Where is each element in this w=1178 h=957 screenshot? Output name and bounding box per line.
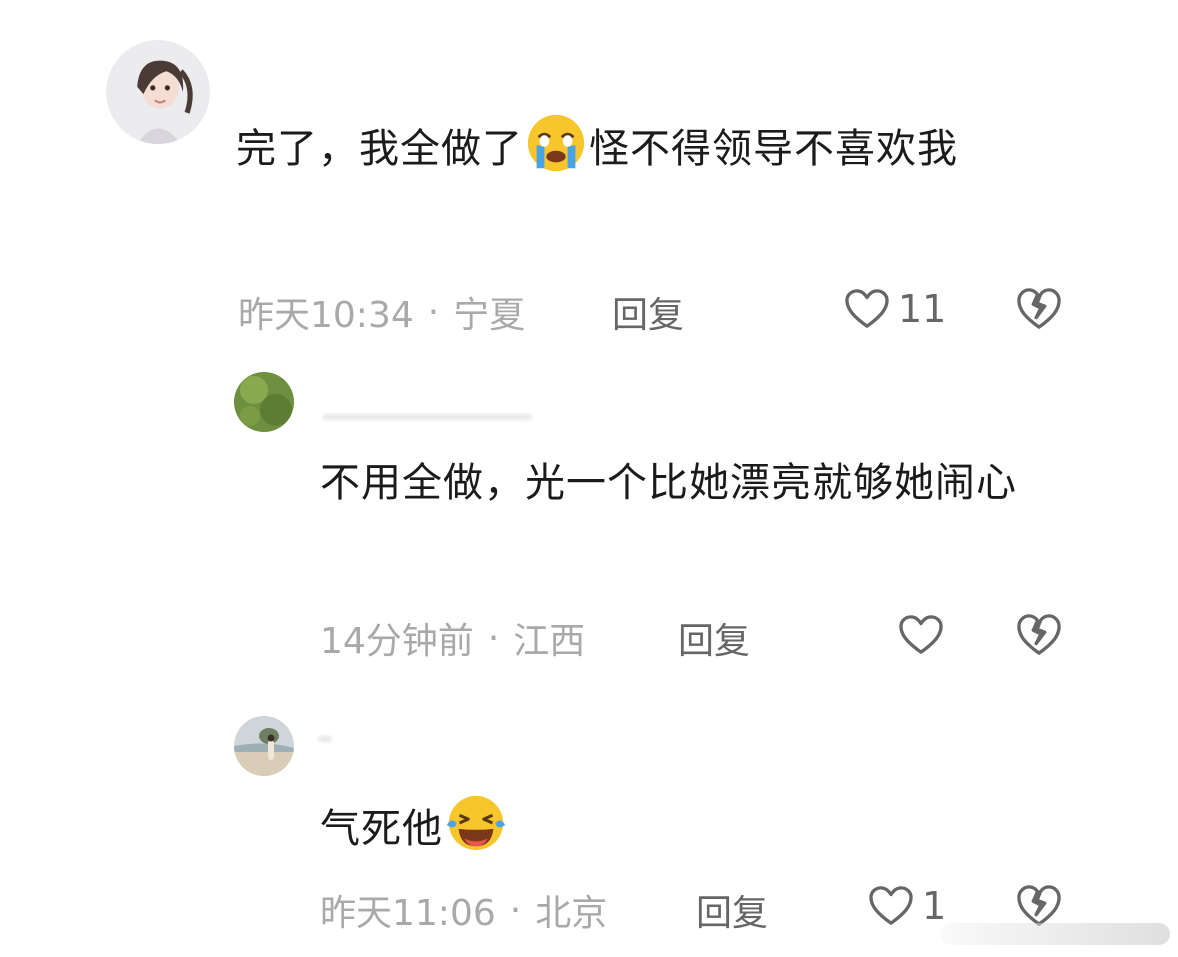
comment-location: 北京 bbox=[535, 893, 608, 934]
watermark bbox=[940, 923, 1170, 945]
dislike-button[interactable] bbox=[1016, 884, 1062, 928]
like-button[interactable] bbox=[898, 614, 952, 656]
comment-time: 14分钟前 bbox=[320, 621, 474, 662]
broken-heart-icon bbox=[1016, 287, 1062, 331]
comment-text: 不用全做，光一个比她漂亮就够她闹心 bbox=[320, 460, 1017, 506]
heart-icon bbox=[868, 885, 914, 927]
dislike-button[interactable] bbox=[1016, 613, 1062, 657]
separator-dot: · bbox=[427, 291, 440, 333]
username[interactable] bbox=[322, 414, 532, 420]
comment-meta: 14分钟前 · 江西 bbox=[320, 612, 585, 664]
avatar[interactable] bbox=[106, 40, 210, 144]
like-button[interactable]: 1 bbox=[868, 884, 946, 928]
avatar[interactable] bbox=[234, 716, 294, 776]
username[interactable] bbox=[318, 736, 332, 742]
comment-time: 昨天11:06 bbox=[320, 893, 496, 934]
reply-button[interactable]: 回复 bbox=[678, 612, 750, 664]
reply-button[interactable]: 回复 bbox=[612, 286, 684, 338]
like-count: 11 bbox=[898, 287, 947, 331]
laughing-tears-emoji bbox=[445, 792, 507, 854]
comment-text: 完了，我全做了 怪不得领导不喜欢我 bbox=[236, 110, 1076, 188]
comment-meta: 昨天11:06 · 北京 bbox=[320, 884, 607, 936]
heart-icon bbox=[898, 614, 944, 656]
like-button[interactable]: 11 bbox=[844, 287, 946, 331]
comment-time: 昨天10:34 bbox=[238, 295, 414, 336]
dislike-button[interactable] bbox=[1016, 287, 1062, 331]
comment-location: 宁夏 bbox=[453, 295, 526, 336]
comment-meta: 昨天10:34 · 宁夏 bbox=[238, 286, 525, 338]
broken-heart-icon bbox=[1016, 613, 1062, 657]
comment-text: 气死他 bbox=[320, 790, 1080, 868]
separator-dot: · bbox=[509, 889, 522, 931]
comment-location: 江西 bbox=[513, 621, 586, 662]
heart-icon bbox=[844, 288, 890, 330]
reply-button[interactable]: 回复 bbox=[696, 884, 768, 936]
like-count: 1 bbox=[922, 884, 947, 928]
avatar[interactable] bbox=[234, 372, 294, 432]
broken-heart-icon bbox=[1016, 884, 1062, 928]
separator-dot: · bbox=[487, 617, 500, 659]
crying-face-emoji bbox=[525, 112, 587, 174]
